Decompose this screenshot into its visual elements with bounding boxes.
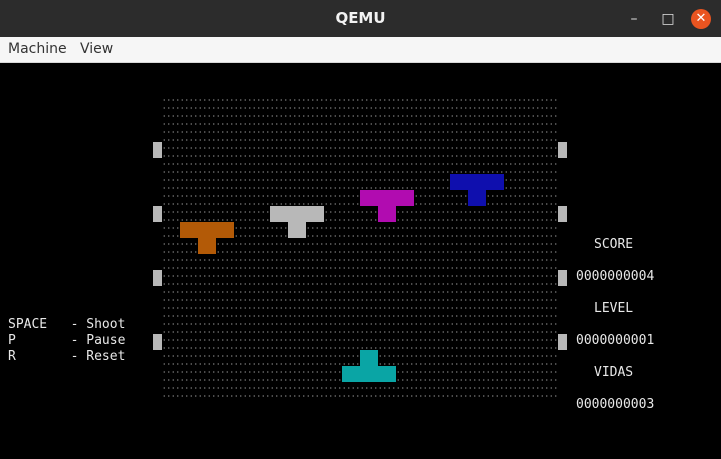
- control-row: P - Pause: [8, 333, 125, 349]
- title-bar: QEMU – □ ✕: [0, 0, 721, 37]
- wall-marker-left: [153, 334, 162, 350]
- control-action: Pause: [86, 333, 126, 348]
- control-key: P: [8, 333, 16, 348]
- menu-view[interactable]: View: [80, 37, 113, 62]
- control-separator: -: [70, 317, 79, 332]
- control-row: SPACE - Shoot: [8, 317, 125, 333]
- control-separator: -: [70, 333, 79, 348]
- control-action: Reset: [86, 349, 126, 364]
- minimize-button[interactable]: –: [624, 9, 644, 29]
- window-title: QEMU: [335, 9, 386, 27]
- lives-label: VIDAS: [594, 365, 634, 380]
- game-field: [161, 95, 557, 397]
- lives-value: 0000000003: [576, 397, 655, 412]
- control-action: Shoot: [86, 317, 126, 332]
- wall-marker-left: [153, 270, 162, 286]
- level-label: LEVEL: [594, 301, 634, 316]
- level-value: 0000000001: [576, 333, 655, 348]
- wall-marker-right: [558, 206, 567, 222]
- control-row: R - Reset: [8, 349, 125, 365]
- score-label: SCORE: [594, 237, 634, 252]
- control-separator: -: [70, 349, 79, 364]
- menu-bar: Machine View: [0, 37, 721, 63]
- wall-marker-right: [558, 142, 567, 158]
- control-key: R: [8, 349, 16, 364]
- wall-marker-left: [153, 142, 162, 158]
- wall-marker-left: [153, 206, 162, 222]
- close-button[interactable]: ✕: [691, 9, 711, 29]
- menu-machine[interactable]: Machine: [8, 37, 67, 62]
- score-value: 0000000004: [576, 269, 655, 284]
- maximize-button[interactable]: □: [658, 9, 678, 29]
- control-key: SPACE: [8, 317, 48, 332]
- wall-marker-right: [558, 270, 567, 286]
- wall-marker-right: [558, 334, 567, 350]
